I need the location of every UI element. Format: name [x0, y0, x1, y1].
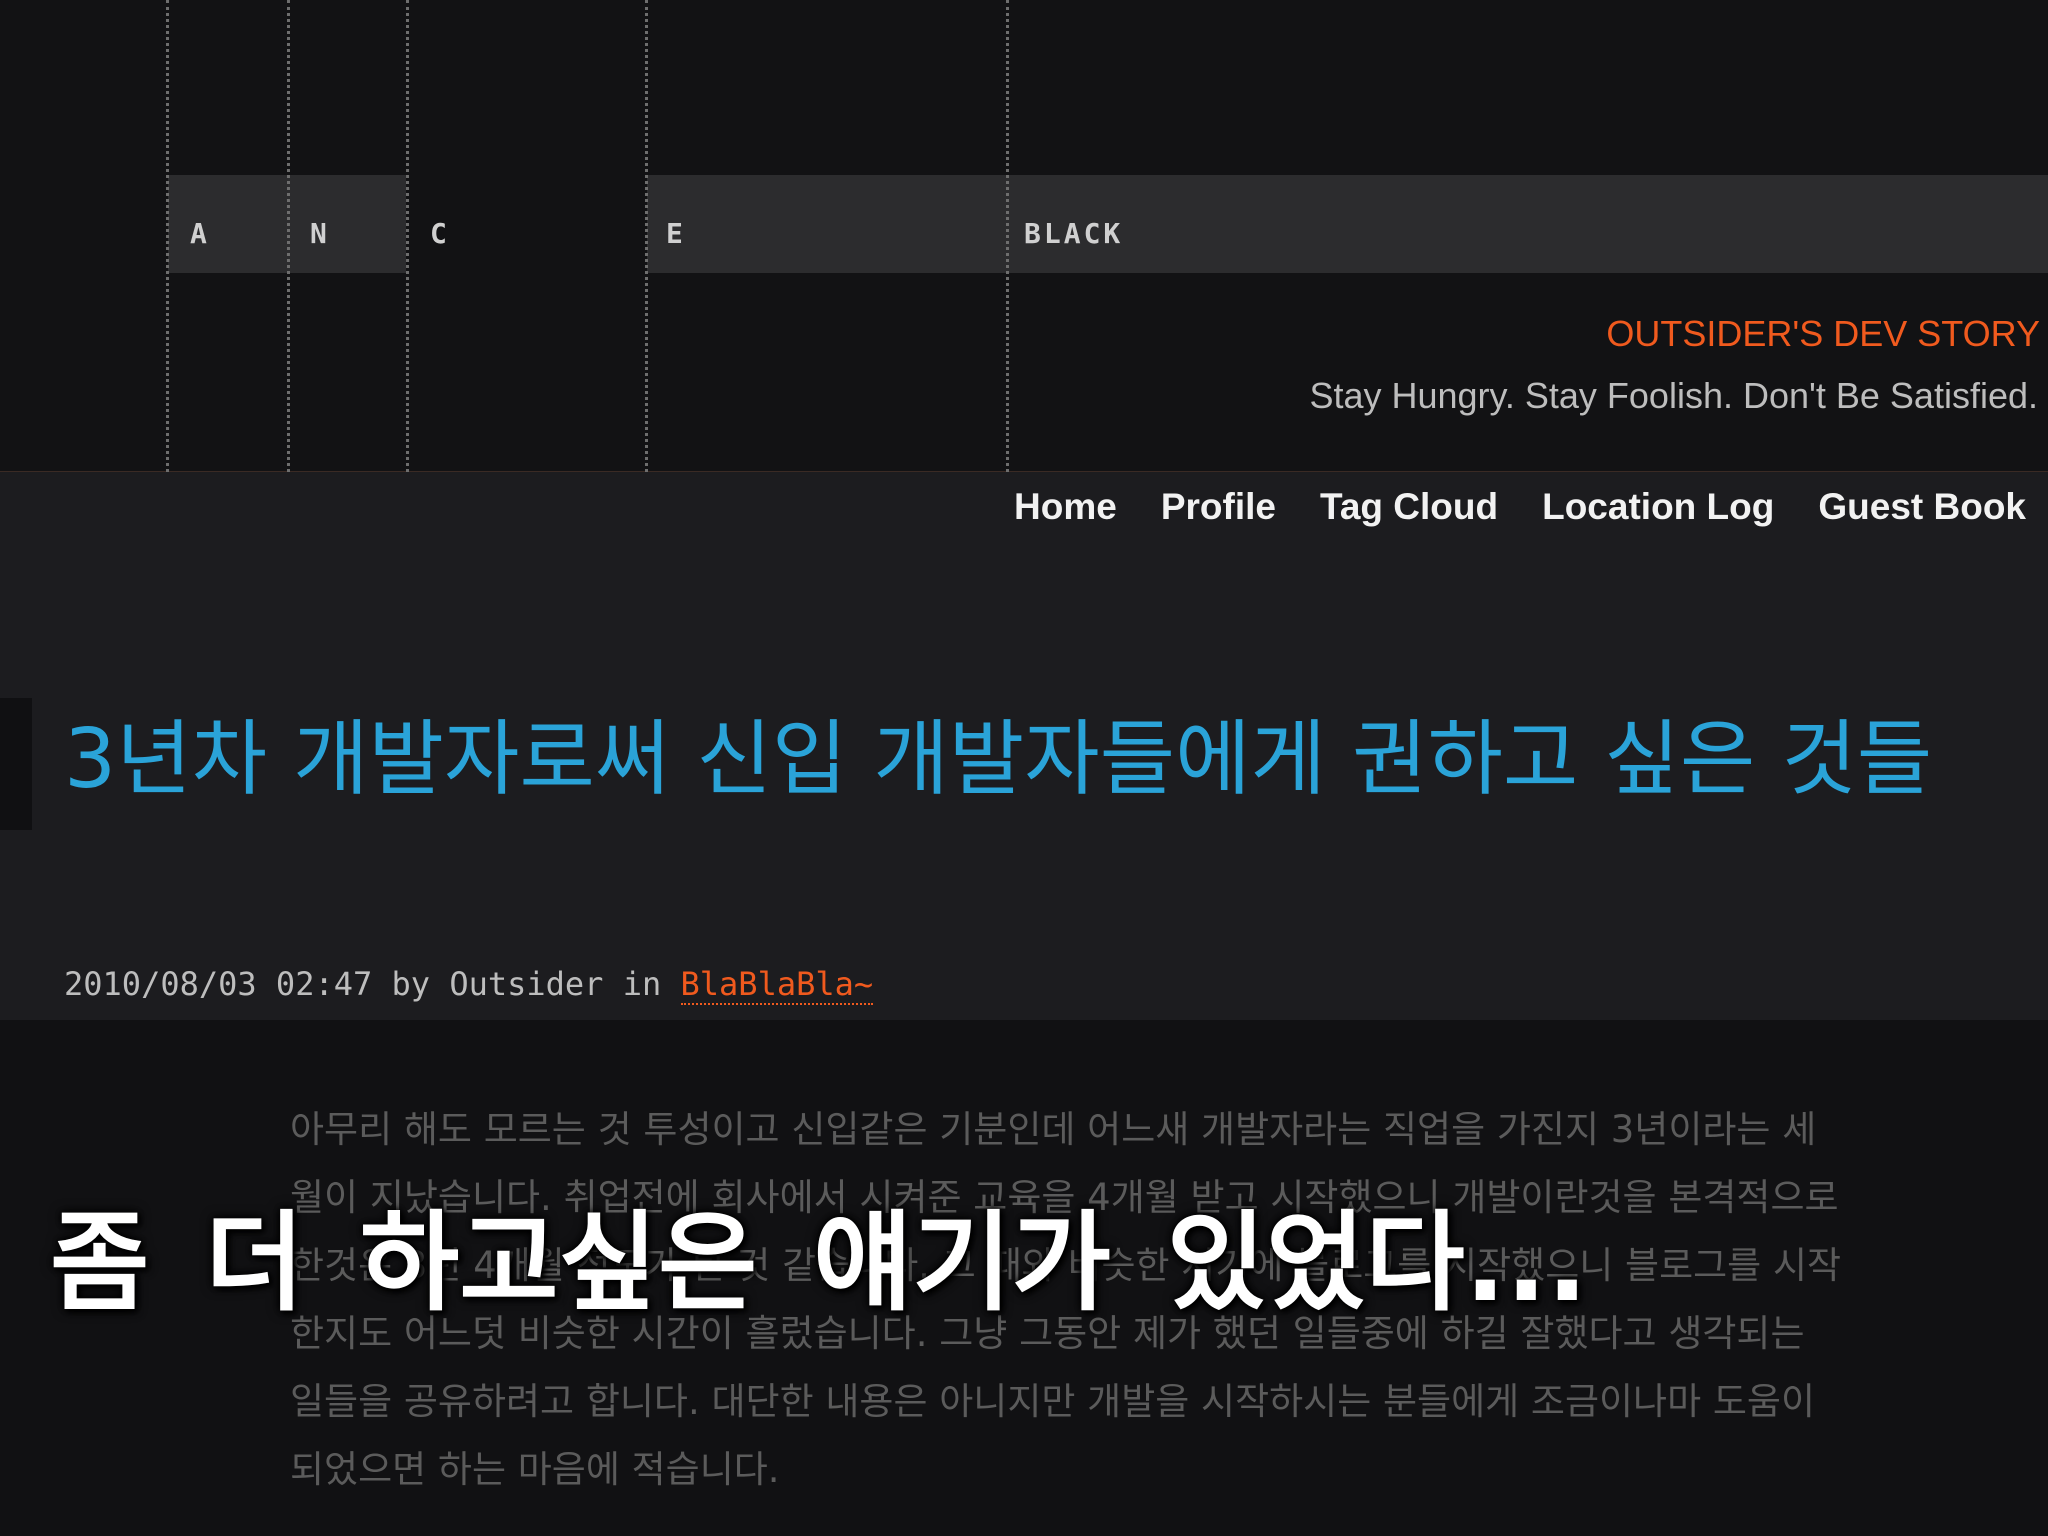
header-letter-a: A	[190, 217, 210, 250]
main-nav: Home Profile Tag Cloud Location Log Gues…	[1014, 482, 2026, 532]
post-meta-date-author: 2010/08/03 02:47 by Outsider in	[64, 965, 681, 1003]
header-letter-c: C	[430, 217, 450, 250]
left-edge-tab	[0, 698, 32, 830]
nav-tag-cloud[interactable]: Tag Cloud	[1320, 482, 1498, 532]
page: A N C E BLACK OUTSIDER'S DEV STORY Stay …	[0, 0, 2048, 1536]
blog-title[interactable]: OUTSIDER'S DEV STORY	[1606, 312, 2040, 356]
post-meta: 2010/08/03 02:47 by Outsider in BlaBlaBl…	[64, 962, 874, 1006]
header-letter-black: BLACK	[1024, 217, 1124, 250]
header-divider	[0, 471, 2048, 472]
header-dotted-line	[406, 0, 409, 472]
nav-profile[interactable]: Profile	[1161, 482, 1276, 532]
post-category-link[interactable]: BlaBlaBla~	[680, 965, 874, 1005]
header-dotted-line	[1006, 0, 1009, 472]
header-letter-n: N	[310, 217, 330, 250]
header-dotted-line	[287, 0, 290, 472]
post-body-line: 되었으면 하는 마음에 적습니다.	[290, 1448, 780, 1491]
header-dotted-line	[166, 0, 169, 472]
video-caption: 좀 더 하고싶은 얘기가 있었다...	[50, 1201, 1588, 1326]
nav-location-log[interactable]: Location Log	[1542, 482, 1774, 532]
nav-home[interactable]: Home	[1014, 482, 1117, 532]
post-body-line: 일들을 공유하려고 합니다. 대단한 내용은 아니지만 개발을 시작하시는 분들…	[290, 1380, 1816, 1423]
header-letter-e: E	[666, 217, 686, 250]
post-body-line: 아무리 해도 모르는 것 투성이고 신입같은 기분인데 어느새 개발자라는 직업…	[290, 1108, 1817, 1151]
header-dotted-line	[645, 0, 648, 472]
post-title[interactable]: 3년차 개발자로써 신입 개발자들에게 권하고 싶은 것들	[64, 712, 2024, 808]
nav-guest-book[interactable]: Guest Book	[1818, 482, 2026, 532]
header-letter-bar-right	[647, 175, 2048, 273]
blog-tagline: Stay Hungry. Stay Foolish. Don't Be Sati…	[1309, 375, 2038, 416]
